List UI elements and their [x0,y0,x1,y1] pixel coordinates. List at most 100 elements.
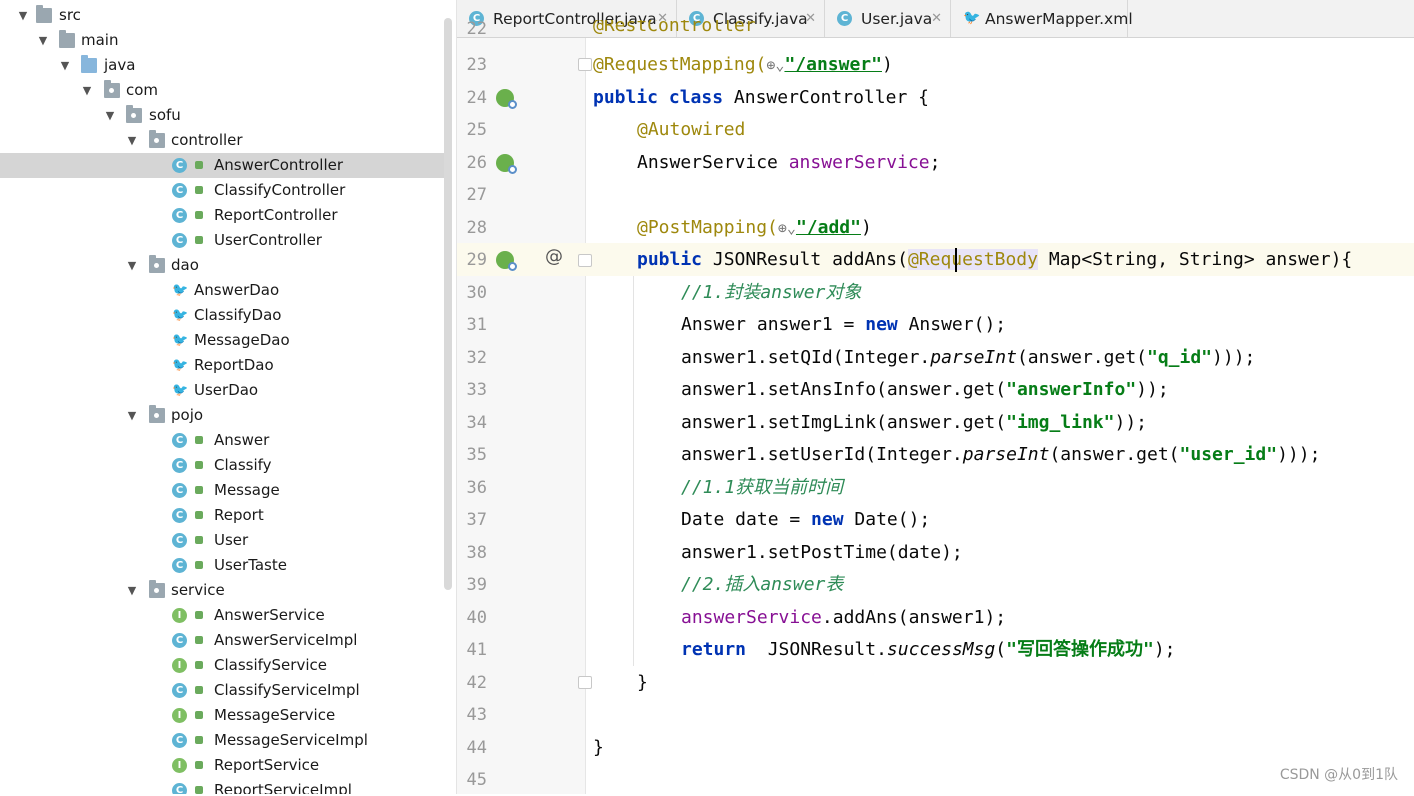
fold-icon[interactable] [578,254,592,267]
code-token: ))); [1212,347,1256,368]
mybatis-icon: 🐦 [172,283,189,298]
tab-answer-mapper[interactable]: 🐦 AnswerMapper.xml [951,0,1133,37]
chevron-down-icon[interactable]: ▼ [58,53,72,78]
tree-item-answer-controller[interactable]: C AnswerController [0,153,444,178]
tree-item-answer-service-impl[interactable]: C AnswerServiceImpl [0,628,444,653]
tree-item-report-service-impl[interactable]: C ReportServiceImpl [0,778,444,794]
code-token: Date(); [843,509,931,530]
close-icon[interactable]: ✕ [931,0,942,38]
tree-node-java[interactable]: ▼ java [0,53,444,78]
tree-item-classify-service[interactable]: I ClassifyService [0,653,444,678]
tree-node-service[interactable]: ▼ service [0,578,444,603]
tree-item-report[interactable]: C Report [0,503,444,528]
package-icon [149,130,165,148]
web-globe-icon[interactable]: ⊕⌄ [778,212,796,244]
tree-node-label: controller [171,131,243,149]
code-line: answer1.setPostTime(date); [681,542,963,563]
chevron-down-icon[interactable]: ▼ [125,128,139,153]
tree-node-pojo[interactable]: ▼ pojo [0,403,444,428]
chevron-down-icon[interactable]: ▼ [125,578,139,603]
code-token: "写回答操作成功" [1006,639,1154,660]
spring-bean-icon[interactable] [496,89,517,109]
tree-item-report-dao[interactable]: 🐦 ReportDao [0,353,444,378]
code-line: public JSONResult addAns(@RequestBody Ma… [637,244,1352,276]
tree-item-classify[interactable]: C Classify [0,453,444,478]
chevron-down-icon[interactable]: ▼ [103,103,117,128]
code-line: answer1.setUserId(Integer.parseInt(answe… [681,439,1320,471]
tree-item-report-controller[interactable]: C ReportController [0,203,444,228]
tree-item-answer[interactable]: C Answer [0,428,444,453]
code-token: )); [1114,412,1147,433]
tree-node-label: AnswerController [214,156,344,174]
chevron-down-icon[interactable]: ▼ [36,28,50,53]
tree-node-label: Message [214,481,280,499]
lock-icon [195,186,203,194]
tree-item-answer-service[interactable]: I AnswerService [0,603,444,628]
lock-icon [195,436,203,444]
tree-item-report-service[interactable]: I ReportService [0,753,444,778]
class-icon: C [172,483,187,498]
code-token: answer1.setQId(Integer. [681,347,931,368]
code-token: public [637,249,713,270]
web-globe-icon[interactable]: ⊕⌄ [766,49,784,81]
fold-icon[interactable] [578,676,592,689]
tree-node-src[interactable]: ▼ src [0,3,444,28]
code-token: AnswerController { [733,87,929,108]
tree-node-label: pojo [171,406,204,424]
tree-item-user-dao[interactable]: 🐦 UserDao [0,378,444,403]
tree-item-classify-dao[interactable]: 🐦 ClassifyDao [0,303,444,328]
line-number: 24 [466,88,487,108]
tree-node-controller[interactable]: ▼ controller [0,128,444,153]
mybatis-icon: 🐦 [172,358,189,373]
project-tree[interactable]: ▼ src ▼ main ▼ java ▼ com ▼ sofu ▼ contr… [0,0,457,794]
tree-item-message[interactable]: C Message [0,478,444,503]
tree-item-message-service-impl[interactable]: C MessageServiceImpl [0,728,444,753]
tree-item-message-service[interactable]: I MessageService [0,703,444,728]
chevron-down-icon[interactable]: ▼ [80,78,94,103]
tree-node-com[interactable]: ▼ com [0,78,444,103]
folder-icon [59,30,75,48]
class-icon: C [172,183,187,198]
tree-item-user-controller[interactable]: C UserController [0,228,444,253]
code-token: answer1.setUserId(Integer. [681,444,963,465]
chevron-down-icon[interactable]: ▼ [125,403,139,428]
tree-item-answer-dao[interactable]: 🐦 AnswerDao [0,278,444,303]
tab-label: AnswerMapper.xml [985,10,1133,28]
tree-item-message-dao[interactable]: 🐦 MessageDao [0,328,444,353]
lock-icon [195,636,203,644]
tree-node-sofu[interactable]: ▼ sofu [0,103,444,128]
fold-icon[interactable] [578,58,592,71]
tree-item-classify-service-impl[interactable]: C ClassifyServiceImpl [0,678,444,703]
line-number: 34 [466,413,487,433]
code-line: AnswerService answerService; [637,147,940,179]
code-token: JSONResult addAns( [712,249,908,270]
tree-node-main[interactable]: ▼ main [0,28,444,53]
close-icon[interactable]: ✕ [805,0,816,38]
tree-node-dao[interactable]: ▼ dao [0,253,444,278]
tree-scrollbar[interactable] [444,18,452,590]
chevron-down-icon[interactable]: ▼ [16,3,30,28]
interface-icon: I [172,708,187,723]
tree-node-label: ClassifyServiceImpl [214,681,360,699]
spring-endpoint-icon[interactable] [496,251,517,271]
line-number: 28 [466,218,487,238]
lock-icon [195,161,203,169]
tab-user[interactable]: C User.java ✕ [825,0,951,37]
tree-node-label: MessageServiceImpl [214,731,368,749]
class-icon: C [837,11,852,26]
line-number: 40 [466,608,487,628]
code-line: return JSONResult.successMsg("写回答操作成功"); [681,634,1176,666]
tree-node-label: Report [214,506,264,524]
spring-autowire-icon[interactable] [496,154,517,174]
tree-item-user[interactable]: C User [0,528,444,553]
code-token: new [865,314,898,335]
line-number: 41 [466,640,487,660]
tree-item-user-taste[interactable]: C UserTaste [0,553,444,578]
lock-icon [195,736,203,744]
lock-icon [195,536,203,544]
line-number: 36 [466,478,487,498]
tree-item-classify-controller[interactable]: C ClassifyController [0,178,444,203]
tree-node-label: java [104,56,136,74]
chevron-down-icon[interactable]: ▼ [125,253,139,278]
at-annotation-icon[interactable]: @ [545,246,563,267]
